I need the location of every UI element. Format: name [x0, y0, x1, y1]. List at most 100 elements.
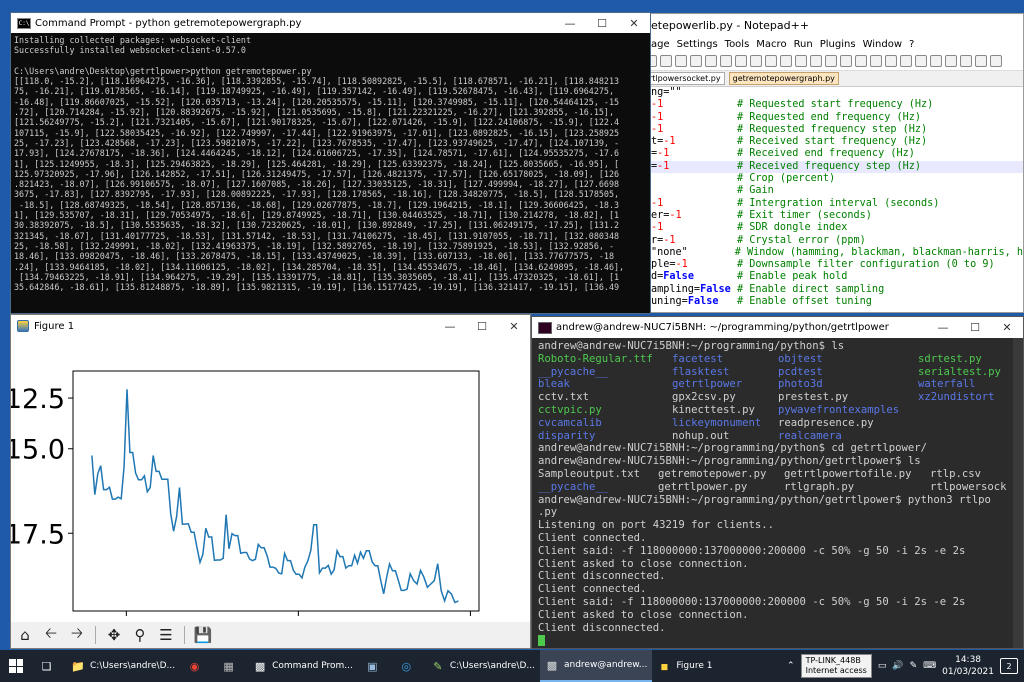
toolbar-button-icon[interactable] — [660, 55, 672, 67]
configure-icon[interactable]: ☰ — [156, 625, 176, 645]
ls-row: __pycache__ flasktest pcdtest serialtest.py — [538, 366, 1023, 379]
minimize-icon[interactable]: — — [434, 320, 466, 333]
maximize-icon[interactable]: ☐ — [466, 320, 498, 333]
menu-item[interactable]: ? — [909, 39, 914, 50]
code-assignment: -1 — [637, 198, 737, 210]
cmd-line: -16.48], [119.86607025, -15.52], [120.03… — [14, 96, 620, 107]
notepadpp-window[interactable]: etepowerlib.py - Notepad++ age Settings To… — [636, 13, 1024, 313]
maximize-icon[interactable]: ☐ — [959, 321, 991, 334]
battery-icon[interactable]: ▭ — [878, 661, 887, 671]
terminal-output[interactable]: andrew@andrew-NUC7i5BNH:~/programming/py… — [532, 338, 1023, 648]
toolbar-button-icon[interactable] — [900, 55, 912, 67]
volume-icon[interactable]: 🔊 — [892, 661, 903, 671]
taskbar-item[interactable]: ▦ — [214, 650, 248, 682]
close-icon[interactable]: ✕ — [498, 320, 530, 333]
cmd-output[interactable]: Installing collected packages: websocket… — [11, 33, 650, 313]
notification-button[interactable]: 2 — [1000, 658, 1018, 674]
cmd-line: [121.56249775, -15.2], [121.7321405, -15… — [14, 117, 620, 128]
menu-item[interactable]: Settings — [677, 39, 718, 50]
code-editor[interactable]: ng="" -1 # Requested start frequency (Hz) -… — [637, 87, 1023, 308]
menu-item[interactable]: Window — [863, 39, 902, 50]
command-prompt-window[interactable]: C:\ Command Prompt - python getremotepow… — [10, 12, 651, 314]
taskbar-item[interactable]: 📁 C:\Users\andre\D... — [66, 650, 180, 682]
code-comment: # Downsample filter configuration (0 to … — [737, 259, 995, 271]
toolbar-button-icon[interactable] — [975, 55, 987, 67]
clock-time: 14:38 — [955, 655, 982, 665]
ls-entry: facetest — [672, 352, 724, 365]
ls-entry: gpx2csv.py — [672, 391, 736, 404]
toolbar-button-icon[interactable] — [780, 55, 792, 67]
taskbar-item[interactable]: ▩ Command Prom... — [248, 650, 358, 682]
cmd-title: Command Prompt - python getremotepowergr… — [35, 17, 302, 29]
close-icon[interactable]: ✕ — [618, 17, 650, 30]
code-assignment: er=-1 — [651, 209, 682, 221]
toolbar-button-icon[interactable] — [720, 55, 732, 67]
terminal-scrollbar[interactable] — [1013, 338, 1023, 648]
plot-canvas[interactable]: 12013014012.515.017.5 — [11, 337, 530, 622]
toolbar-button-icon[interactable] — [690, 55, 702, 67]
pan-icon[interactable]: ✥ — [104, 625, 124, 645]
back-icon[interactable]: 🡠 — [41, 624, 61, 645]
terminal-window[interactable]: andrew@andrew-NUC7i5BNH: ~/programming/p… — [531, 316, 1024, 649]
save-icon[interactable]: 💾 — [193, 625, 213, 645]
menu-item[interactable]: Macro — [756, 39, 786, 50]
minimize-icon[interactable]: — — [927, 321, 959, 334]
code-comment: # Received end frequency (Hz) — [737, 148, 915, 160]
clock[interactable]: 14:38 01/03/2021 — [942, 654, 994, 678]
toolbar-button-icon[interactable] — [855, 55, 867, 67]
toolbar-button-icon[interactable] — [750, 55, 762, 67]
home-icon[interactable]: ⌂ — [15, 625, 35, 645]
toolbar-button-icon[interactable] — [930, 55, 942, 67]
terminal-line: Client said: -f 118000000:137000000:2000… — [538, 595, 966, 608]
keyboard-icon[interactable]: ⌨ — [923, 661, 936, 671]
toolbar-button-icon[interactable] — [990, 55, 1002, 67]
toolbar-button-icon[interactable] — [705, 55, 717, 67]
cmd-line: 125.97320925, -17.96], [126.142852, -17.… — [14, 168, 620, 179]
close-icon[interactable]: ✕ — [991, 321, 1023, 334]
code-assignment: r=-1 — [651, 234, 676, 246]
code-line: -1 # SDR dongle index — [637, 222, 1023, 234]
taskbar-item[interactable]: ◉ — [180, 650, 214, 682]
taskbar-item[interactable]: ▩ andrew@andrew... — [539, 650, 653, 682]
pen-icon[interactable]: ✎ — [910, 661, 918, 671]
toolbar-button-icon[interactable] — [945, 55, 957, 67]
toolbar-button-icon[interactable] — [885, 55, 897, 67]
task-view-button[interactable]: ❏ — [32, 650, 66, 682]
menu-item[interactable]: Plugins — [820, 39, 856, 50]
taskbar-item[interactable]: ▣ — [358, 650, 392, 682]
figure-window[interactable]: Figure 1 — ☐ ✕ 12013014012.515.017.5 ⌂ 🡠… — [10, 314, 531, 649]
taskbar-item[interactable]: ✎ C:\Users\andre\D... — [426, 650, 540, 682]
terminal-titlebar: andrew@andrew-NUC7i5BNH: ~/programming/p… — [532, 317, 1023, 338]
code-line: ng="" — [637, 87, 1023, 99]
forward-icon[interactable]: 🡢 — [67, 624, 87, 645]
toolbar-button-icon[interactable] — [795, 55, 807, 67]
code-comment: # Requested start frequency (Hz) — [737, 99, 934, 111]
taskbar-item[interactable]: ◎ — [392, 650, 426, 682]
toolbar-button-icon[interactable] — [960, 55, 972, 67]
toolbar-button-icon[interactable] — [810, 55, 822, 67]
toolbar-button-icon[interactable] — [870, 55, 882, 67]
toolbar-button-icon[interactable] — [825, 55, 837, 67]
editor-tab[interactable]: rtlpowersocket.py — [645, 72, 725, 85]
chevron-up-icon[interactable]: ⌃ — [787, 661, 795, 671]
minimize-icon[interactable]: — — [554, 17, 586, 30]
toolbar-button-icon[interactable] — [915, 55, 927, 67]
menu-item[interactable]: Run — [794, 39, 813, 50]
maximize-icon[interactable]: ☐ — [586, 17, 618, 30]
ls-entry: Sampleoutput.txt — [538, 467, 641, 480]
toolbar-button-icon[interactable] — [735, 55, 747, 67]
ls-row: bleak getrtlpower photo3d waterfall — [538, 378, 1023, 391]
taskbar-item[interactable]: ◾ Figure 1 — [652, 650, 717, 682]
toolbar-button-icon[interactable] — [675, 55, 687, 67]
terminal-line: Client asked to close connection. — [538, 557, 749, 570]
toolbar-button-icon[interactable] — [765, 55, 777, 67]
zoom-icon[interactable]: ⚲ — [130, 625, 150, 645]
menu-item[interactable]: Tools — [725, 39, 750, 50]
menu-item[interactable]: age — [651, 39, 670, 50]
editor-tab[interactable]: getremotepowergraph.py — [728, 72, 839, 85]
start-button[interactable] — [0, 650, 32, 682]
ls-entry: disparity — [538, 429, 596, 442]
ls-entry: readpresence.py — [778, 416, 874, 429]
toolbar-button-icon[interactable] — [840, 55, 852, 67]
cmd-line: 25, -18.58], [132.249991, -18.02], [132.… — [14, 240, 615, 251]
